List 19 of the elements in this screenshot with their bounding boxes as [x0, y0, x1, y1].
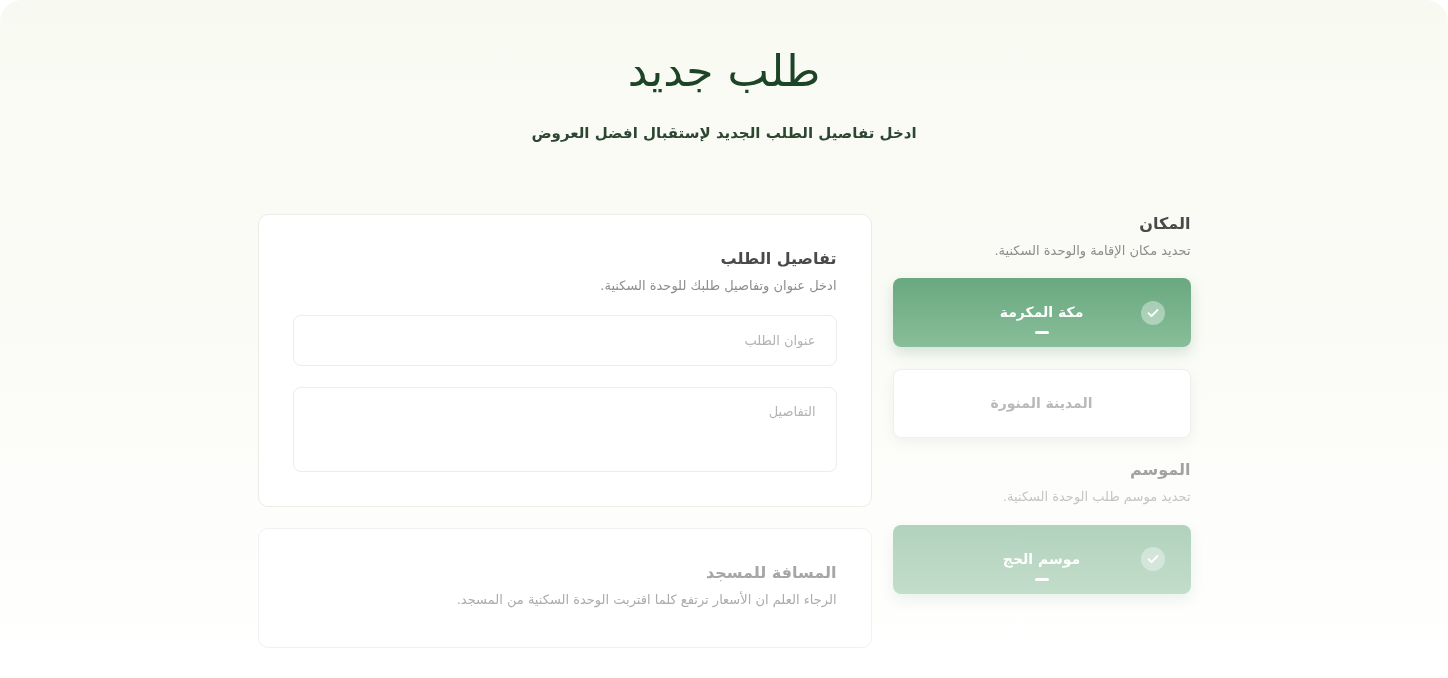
location-title: المكان	[1138, 214, 1191, 235]
page-subtitle: ادخل تفاصيل الطلب الجديد لإستقبال افضل العروض	[531, 123, 917, 145]
page-title: طلب جديد	[627, 44, 821, 98]
season-subtitle: تحديد موسم طلب الوحدة السكنية.	[1001, 488, 1191, 507]
card-title: المسافة للمسجد	[704, 563, 837, 585]
location-option[interactable]: المدينة المنورة	[892, 369, 1191, 439]
check-circle-icon	[1140, 301, 1165, 325]
check-circle-icon	[1140, 547, 1165, 572]
location-subtitle: تحديد مكان الإقامة والوحدة السكنية.	[993, 242, 1191, 261]
card-subtitle: الرجاء العلم ان الأسعار ترتفع كلما اقتربت الوحدة السكنية من المسجد.	[455, 590, 837, 610]
dash-icon	[1034, 331, 1049, 335]
details-textarea[interactable]: التفاصيل	[292, 387, 837, 473]
season-title: الموسم	[1128, 460, 1191, 482]
card-title: تفاصيل الطلب	[719, 249, 837, 270]
card-subtitle: ادخل عنوان وتفاصيل طلبك للوحدة السكنية.	[599, 277, 837, 296]
season-option[interactable]: موسم الحج	[892, 524, 1191, 594]
title-input[interactable]: عنوان الطلب	[292, 315, 837, 367]
dash-icon	[1034, 577, 1049, 581]
location-option[interactable]: مكة المكرمة	[892, 278, 1191, 348]
